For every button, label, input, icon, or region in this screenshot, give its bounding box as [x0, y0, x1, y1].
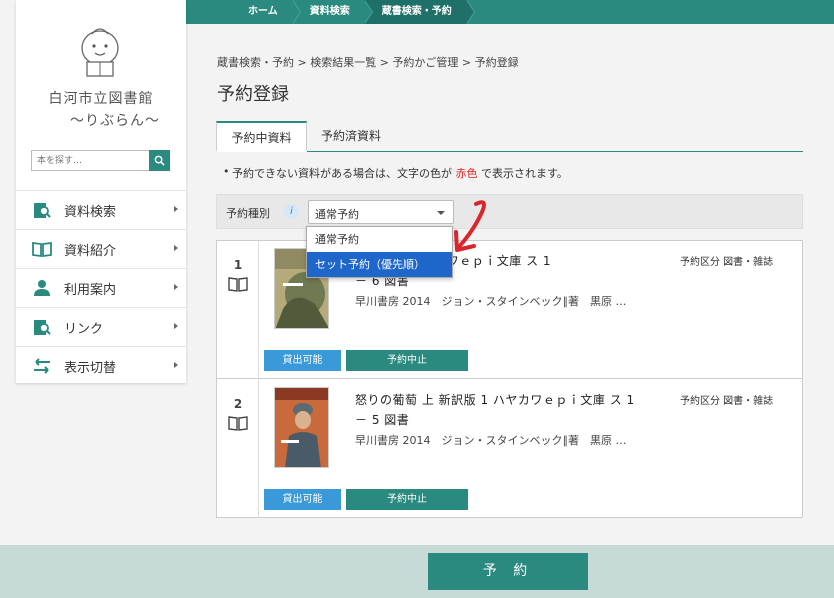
library-nickname: ～りぶらん～ [70, 113, 160, 129]
sidebar-item-link[interactable]: リンク [16, 307, 186, 346]
sidebar-item-label: 資料検索 [64, 204, 117, 220]
search-icon [154, 155, 165, 166]
row-number-col: 2 [217, 380, 259, 518]
reserve-submit-button[interactable]: 予 約 [428, 553, 588, 590]
chevron-right-icon [174, 245, 178, 251]
sidebar-item-label: 資料紹介 [64, 243, 117, 259]
availability-badge: 貸出可能 [264, 350, 341, 371]
reservation-type-label: 予約種別 [226, 207, 270, 220]
nav-home[interactable]: ホーム [186, 0, 301, 24]
chevron-right-icon [174, 362, 178, 368]
sidebar: 白河市立図書館 ～りぶらん～ 資料検索 資料紹介 利用案内 リンク 表示切替 [16, 0, 186, 383]
publisher-info: 早川書房 2014 ジョン・スタインベック∥著 黒原 … [355, 434, 627, 447]
results-list: 1 新訳版 3 ハヤカワｅｐｉ文庫 ス 1 － 6 図書 予約区分 図書・雑誌 早… [216, 240, 803, 518]
sidebar-item-guide[interactable]: 利用案内 [16, 268, 186, 307]
page-title: 予約登録 [217, 84, 289, 105]
swap-arrows-icon [32, 357, 52, 375]
link-search-icon [32, 318, 52, 336]
breadcrumb: 蔵書検索・予約 > 検索結果一覧 > 予約かご管理 > 予約登録 [217, 56, 519, 69]
sidebar-item-label: 利用案内 [64, 282, 117, 298]
open-book-icon [32, 240, 52, 258]
info-icon[interactable]: i [284, 204, 299, 219]
sidebar-item-label: 表示切替 [64, 360, 117, 376]
library-name: 白河市立図書館 [48, 91, 154, 107]
tab-bar: 予約中資料 予約済資料 [216, 121, 803, 152]
annotation-arrow-icon [454, 200, 486, 252]
chevron-right-icon [174, 323, 178, 329]
chevron-right-icon [174, 206, 178, 212]
option-set-priority[interactable]: セット予約（優先順） [307, 252, 452, 277]
footer-bar [0, 545, 834, 598]
option-normal[interactable]: 通常予約 [307, 227, 452, 252]
book-cover-image[interactable] [274, 387, 329, 468]
notice-red-word: 赤色 [455, 167, 478, 180]
publisher-info: 早川書房 2014 ジョン・スタインベック∥著 黒原 … [355, 295, 627, 308]
list-item: 1 新訳版 3 ハヤカワｅｐｉ文庫 ス 1 － 6 図書 予約区分 図書・雑誌 早… [217, 241, 802, 379]
notice-text: 予約できない資料がある場合は、文字の色が 赤色 で表示されます。 [223, 165, 568, 181]
cancel-reservation-button[interactable]: 予約中止 [346, 350, 468, 371]
reservation-category: 予約区分 図書・雑誌 [680, 257, 774, 268]
list-item: 2 怒りの葡萄 上 新訳版 1 ハヤカワｅｐｉ文庫 ス 1 － 5 図書 予約区分… [217, 380, 802, 518]
tab-reserving[interactable]: 予約中資料 [216, 121, 307, 152]
row-number: 2 [233, 397, 243, 411]
sidebar-item-search[interactable]: 資料検索 [16, 190, 186, 229]
top-breadcrumb-nav: ホーム 資料検索 蔵書検索・予約 [186, 0, 834, 24]
reservation-type-bar: 予約種別 i 通常予約 [216, 194, 803, 229]
person-icon [32, 279, 52, 297]
chevron-right-icon [174, 284, 178, 290]
side-menu: 資料検索 資料紹介 利用案内 リンク 表示切替 [16, 190, 186, 385]
availability-badge: 貸出可能 [264, 489, 341, 510]
sidebar-item-label: リンク [64, 321, 104, 337]
reservation-type-select[interactable]: 通常予約 [308, 200, 454, 224]
tab-reserved[interactable]: 予約済資料 [307, 121, 395, 152]
row-number-col: 1 [217, 241, 259, 378]
nav-search[interactable]: 資料検索 [292, 0, 373, 24]
open-book-icon [228, 416, 248, 431]
select-value: 通常予約 [315, 208, 359, 221]
book-search-icon [32, 201, 52, 219]
open-book-icon [228, 277, 248, 292]
book-title[interactable]: 怒りの葡萄 上 新訳版 1 ハヤカワｅｐｉ文庫 ス 1 － 5 図書 [355, 390, 665, 430]
sidebar-item-intro[interactable]: 資料紹介 [16, 229, 186, 268]
row-number: 1 [233, 258, 243, 272]
nav-reserve[interactable]: 蔵書検索・予約 [363, 0, 475, 24]
mascot-logo-icon [81, 28, 119, 77]
reservation-type-dropdown: 通常予約 セット予約（優先順） [306, 226, 453, 278]
sidebar-search-input[interactable] [31, 150, 149, 171]
sidebar-search-button[interactable] [149, 150, 170, 171]
sidebar-item-display[interactable]: 表示切替 [16, 346, 186, 385]
reservation-category: 予約区分 図書・雑誌 [680, 396, 774, 407]
cancel-reservation-button[interactable]: 予約中止 [346, 489, 468, 510]
